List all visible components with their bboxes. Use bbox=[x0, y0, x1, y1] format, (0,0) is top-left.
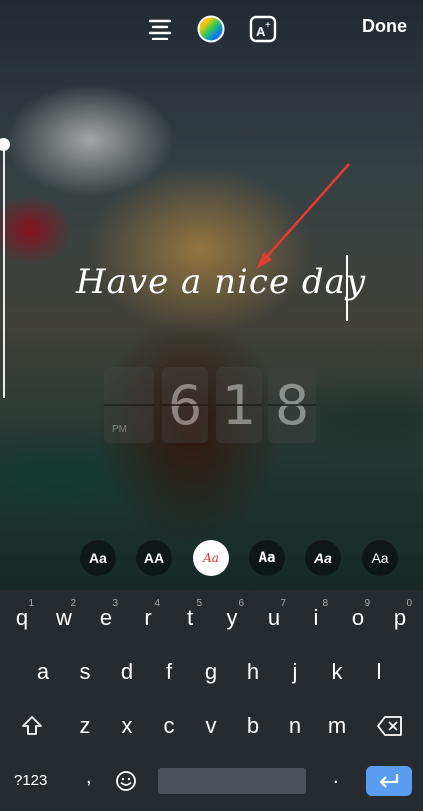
key-hint: 7 bbox=[280, 598, 286, 609]
key-hint: 0 bbox=[406, 598, 412, 609]
space-bar[interactable] bbox=[158, 768, 306, 794]
font-option-strong[interactable]: Aa bbox=[305, 540, 341, 576]
key-label: p bbox=[393, 605, 407, 630]
key-s[interactable]: s bbox=[67, 652, 103, 692]
key-z[interactable]: z bbox=[67, 706, 103, 746]
key-hint: 5 bbox=[196, 598, 202, 609]
key-x[interactable]: x bbox=[109, 706, 145, 746]
key-d[interactable]: d bbox=[109, 652, 145, 692]
font-option-typewriter[interactable]: Aa bbox=[249, 540, 285, 576]
key-label: y bbox=[226, 605, 238, 630]
key-v[interactable]: v bbox=[193, 706, 229, 746]
key-o[interactable]: o9 bbox=[340, 598, 376, 638]
key-h[interactable]: h bbox=[235, 652, 271, 692]
key-m[interactable]: m bbox=[319, 706, 355, 746]
key-hint: 2 bbox=[70, 598, 76, 609]
key-l[interactable]: l bbox=[361, 652, 397, 692]
clock-period: PM bbox=[112, 424, 127, 435]
key-i[interactable]: i8 bbox=[298, 598, 334, 638]
font-option-condensed[interactable]: AA bbox=[136, 540, 172, 576]
key-y[interactable]: y6 bbox=[214, 598, 250, 638]
clock-minute-tens: 1 bbox=[216, 367, 262, 443]
text-cursor bbox=[346, 255, 348, 321]
key-c[interactable]: c bbox=[151, 706, 187, 746]
key-e[interactable]: e3 bbox=[88, 598, 124, 638]
soft-keyboard: q1 w2 e3 r4 t5 y6 u7 i8 o9 p0 a s d f g … bbox=[0, 590, 423, 811]
key-label: r bbox=[144, 605, 152, 630]
key-g[interactable]: g bbox=[193, 652, 229, 692]
key-j[interactable]: j bbox=[277, 652, 313, 692]
key-hint: 4 bbox=[154, 598, 160, 609]
key-q[interactable]: q1 bbox=[4, 598, 40, 638]
key-label: e bbox=[99, 605, 113, 630]
enter-icon bbox=[379, 774, 399, 788]
key-p[interactable]: p0 bbox=[382, 598, 418, 638]
key-hint: 9 bbox=[364, 598, 370, 609]
key-hint: 8 bbox=[322, 598, 328, 609]
key-label: i bbox=[313, 605, 319, 630]
key-n[interactable]: n bbox=[277, 706, 313, 746]
clock-hour-tile: PM bbox=[104, 367, 154, 443]
font-style-picker: Aa AA Aa Aa Aa Aa bbox=[0, 540, 423, 580]
clock-minute-ones: 8 bbox=[268, 367, 316, 443]
clock-sticker[interactable]: PM 6 1 8 bbox=[104, 367, 318, 443]
font-option-classic[interactable]: Aa bbox=[80, 540, 116, 576]
emoji-icon[interactable] bbox=[108, 761, 144, 801]
story-text[interactable]: Have a nice day bbox=[76, 262, 366, 302]
key-r[interactable]: r4 bbox=[130, 598, 166, 638]
key-hint: 3 bbox=[112, 598, 118, 609]
key-hint: 6 bbox=[238, 598, 244, 609]
story-canvas[interactable]: A + Done Have a nice day PM 6 1 8 Aa AA A… bbox=[0, 0, 423, 590]
key-b[interactable]: b bbox=[235, 706, 271, 746]
key-u[interactable]: u7 bbox=[256, 598, 292, 638]
key-a[interactable]: a bbox=[25, 652, 61, 692]
font-option-modern[interactable]: Aa bbox=[362, 540, 398, 576]
clock-hour-digit: 6 bbox=[162, 367, 208, 443]
key-label: t bbox=[186, 605, 194, 630]
key-label: u bbox=[267, 605, 281, 630]
symbols-key[interactable]: ?123 bbox=[14, 772, 47, 789]
key-k[interactable]: k bbox=[319, 652, 355, 692]
backspace-icon[interactable] bbox=[372, 706, 408, 746]
key-f[interactable]: f bbox=[151, 652, 187, 692]
key-hint: 1 bbox=[28, 598, 34, 609]
key-label: q bbox=[15, 605, 29, 630]
key-t[interactable]: t5 bbox=[172, 598, 208, 638]
shift-icon[interactable] bbox=[14, 706, 50, 746]
key-label: o bbox=[351, 605, 365, 630]
period-key[interactable]: . bbox=[333, 766, 339, 789]
key-w[interactable]: w2 bbox=[46, 598, 82, 638]
font-option-script[interactable]: Aa bbox=[193, 540, 229, 576]
comma-key[interactable]: , bbox=[86, 766, 92, 789]
enter-key[interactable] bbox=[366, 766, 412, 796]
